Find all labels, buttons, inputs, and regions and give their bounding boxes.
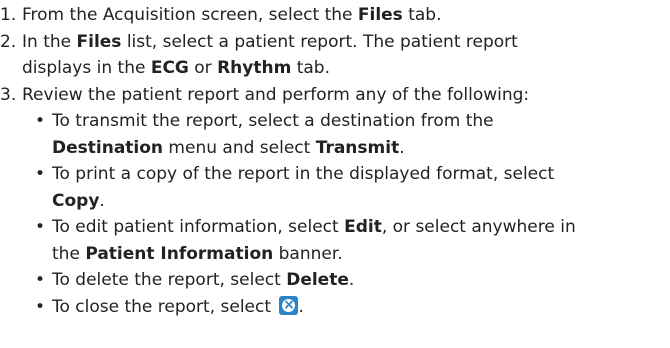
step-number: 3.: [0, 84, 17, 105]
bullet-marker: •: [35, 111, 46, 131]
close-icon: [279, 295, 299, 315]
bullet-close: •To close the report, select .: [0, 294, 670, 321]
bullet-transmit-continued: Destination menu and select Transmit.: [52, 137, 405, 158]
delete-ref: Delete: [286, 270, 349, 290]
patient-info-ref: Patient Information: [85, 243, 274, 264]
step-3: 3. Review the patient report and perform …: [0, 82, 670, 109]
bullet-marker: •: [35, 270, 46, 290]
destination-menu-ref: Destination: [52, 137, 164, 158]
rhythm-tab-ref: Rhythm: [217, 58, 292, 78]
bullet-delete: • To delete the report, select Delete.: [0, 267, 670, 294]
step-1: 1. From the Acquisition screen, select th…: [0, 2, 670, 29]
bullet-copy-continued: Copy.: [52, 190, 105, 211]
step-2-continued: displays in the ECG or Rhythm tab.: [22, 58, 330, 78]
step-2: 2. In the Files list, select a patient re…: [0, 29, 670, 56]
files-list-ref: Files: [76, 31, 122, 52]
bullet-marker: •: [35, 217, 46, 237]
bullet-marker: •: [35, 296, 46, 317]
bullet-marker: •: [35, 164, 46, 184]
step-number: 2.: [0, 31, 17, 52]
ecg-tab-ref: ECG: [150, 58, 189, 78]
step-number: 1.: [0, 5, 17, 25]
bullet-edit-continued: the Patient Information banner.: [52, 243, 343, 264]
instructions: 1. From the Acquisition screen, select th…: [0, 0, 670, 320]
bullet-copy: • To print a copy of the report in the di…: [0, 161, 670, 188]
copy-ref: Copy: [52, 190, 100, 211]
transmit-ref: Transmit: [315, 137, 400, 158]
bullet-edit: • To edit patient information, select Edi…: [0, 214, 670, 241]
edit-ref: Edit: [344, 217, 382, 237]
bullet-transmit: • To transmit the report, select a destin…: [0, 108, 670, 135]
files-tab-ref: Files: [357, 5, 403, 25]
